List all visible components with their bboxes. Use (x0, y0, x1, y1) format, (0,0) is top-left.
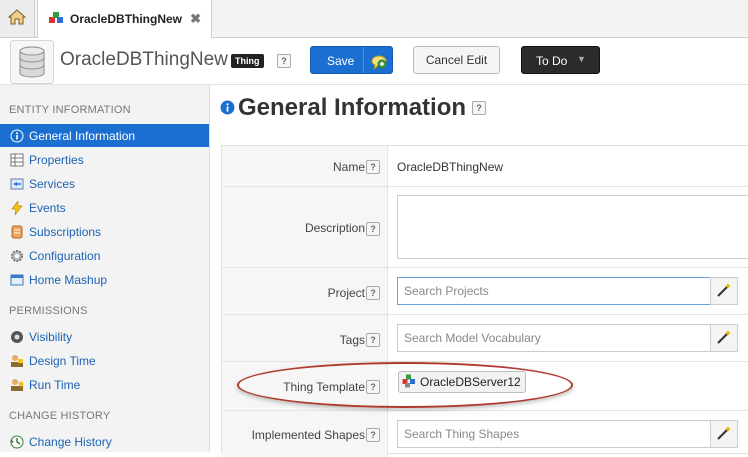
subscriptions-icon (9, 224, 24, 239)
sidebar-item-label: Services (29, 176, 76, 191)
implemented-shapes-picker-button[interactable] (710, 420, 738, 448)
sidebar-item-label: Subscriptions (29, 224, 102, 239)
save-divider (363, 47, 364, 73)
page-title: General Information ? (220, 94, 487, 122)
label-cell: Tags ? (222, 315, 388, 361)
name-value: OracleDBThingNew (397, 160, 504, 174)
implemented-shapes-row: Implemented Shapes ? Search Thing Shapes (222, 411, 748, 457)
services-icon (9, 176, 24, 191)
project-search-input[interactable]: Search Projects (397, 277, 712, 305)
info-icon (220, 94, 235, 122)
sidebar-item-general-information[interactable]: General Information (0, 124, 209, 147)
home-icon (7, 9, 27, 28)
name-label: Name (332, 160, 365, 174)
cancel-edit-button[interactable]: Cancel Edit (413, 46, 500, 74)
help-icon[interactable]: ? (366, 160, 380, 174)
database-icon (10, 40, 54, 84)
run-time-icon (9, 377, 24, 392)
gear-icon (9, 248, 24, 263)
mashup-icon (9, 272, 24, 287)
chevron-down-icon: ▼ (577, 54, 586, 64)
close-tab-icon[interactable]: ✖ (190, 11, 201, 27)
sidebar-item-label: Configuration (29, 248, 101, 263)
label-cell: Description ? (222, 187, 388, 267)
sidebar-item-properties[interactable]: Properties (0, 148, 209, 171)
highlight-annotation (237, 362, 573, 408)
sidebar-item-label: Design Time (29, 353, 96, 368)
project-label: Project (327, 286, 365, 300)
sidebar-item-home-mashup[interactable]: Home Mashup (0, 268, 209, 291)
label-cell: Implemented Shapes ? (222, 411, 388, 457)
help-icon[interactable]: ? (277, 54, 291, 68)
tab-strip: OracleDBThingNew ✖ (0, 0, 748, 38)
sidebar-item-label: Home Mashup (29, 272, 108, 287)
properties-icon (9, 152, 24, 167)
save-label: Save (327, 54, 355, 68)
sidebar-heading-change-history: CHANGE HISTORY (9, 410, 111, 422)
label-cell: Project ? (222, 268, 388, 314)
help-icon[interactable]: ? (366, 222, 380, 236)
sidebar-heading-entity-information: ENTITY INFORMATION (9, 104, 131, 116)
implemented-shapes-search-input[interactable]: Search Thing Shapes (397, 420, 712, 448)
tab-oracledbthingnew[interactable]: OracleDBThingNew ✖ (37, 0, 212, 38)
help-icon[interactable]: ? (366, 286, 380, 300)
name-row: Name ? OracleDBThingNew (222, 146, 748, 187)
sidebar-item-change-history[interactable]: Change History (0, 430, 209, 453)
tags-row: Tags ? Search Model Vocabulary (222, 315, 748, 362)
description-label: Description (304, 221, 365, 235)
sidebar-item-run-time[interactable]: Run Time (0, 373, 209, 396)
todo-label: To Do (536, 54, 568, 68)
sidebar-item-label: Change History (29, 434, 112, 449)
magic-wand-icon (716, 329, 732, 348)
help-icon[interactable]: ? (366, 428, 380, 442)
sidebar-item-events[interactable]: Events (0, 196, 209, 219)
events-icon (9, 200, 24, 215)
sidebar-item-design-time[interactable]: Design Time (0, 349, 209, 372)
sidebar-item-configuration[interactable]: Configuration (0, 244, 209, 267)
page-title-text: General Information (238, 94, 467, 121)
sidebar-item-services[interactable]: Services (0, 172, 209, 195)
magic-wand-icon (716, 425, 732, 444)
help-icon[interactable]: ? (472, 101, 487, 115)
sidebar-item-label: Properties (29, 152, 84, 167)
project-row: Project ? Search Projects (222, 268, 748, 315)
implemented-shapes-label: Implemented Shapes (251, 428, 365, 442)
todo-button[interactable]: To Do ▼ (521, 46, 600, 74)
sidebar-item-label: Events (29, 200, 66, 215)
tags-search-input[interactable]: Search Model Vocabulary (397, 324, 712, 352)
sidebar-item-subscriptions[interactable]: Subscriptions (0, 220, 209, 243)
thing-tab-icon (48, 11, 64, 28)
home-tab[interactable] (0, 0, 35, 37)
save-button[interactable]: Save (310, 46, 393, 74)
sidebar-item-label: Run Time (29, 377, 81, 392)
visibility-icon (9, 329, 24, 344)
magic-wand-icon (716, 282, 732, 301)
design-time-icon (9, 353, 24, 368)
info-icon (9, 128, 24, 143)
entity-title: OracleDBThingNew (60, 49, 228, 70)
tab-label: OracleDBThingNew (70, 12, 183, 26)
sidebar-item-label: Visibility (29, 329, 73, 344)
help-icon[interactable]: ? (366, 333, 380, 347)
entity-type-badge: Thing (231, 54, 264, 68)
sidebar: ENTITY INFORMATION General Information P… (0, 85, 210, 452)
sidebar-item-visibility[interactable]: Visibility (0, 325, 209, 348)
sidebar-heading-permissions: PERMISSIONS (9, 305, 88, 317)
tags-picker-button[interactable] (710, 324, 738, 352)
description-textarea[interactable] (397, 195, 748, 259)
entity-header: OracleDBThingNew Thing ? Save Cancel Edi… (0, 38, 748, 85)
description-row: Description ? (222, 187, 748, 268)
save-comment-icon[interactable] (369, 51, 389, 74)
general-info-form: Name ? OracleDBThingNew Description ? Pr… (221, 145, 748, 457)
tags-label: Tags (339, 333, 365, 347)
sidebar-item-label: General Information (29, 128, 136, 143)
label-cell: Name ? (222, 146, 388, 186)
project-picker-button[interactable] (710, 277, 738, 305)
change-history-icon (9, 434, 24, 449)
